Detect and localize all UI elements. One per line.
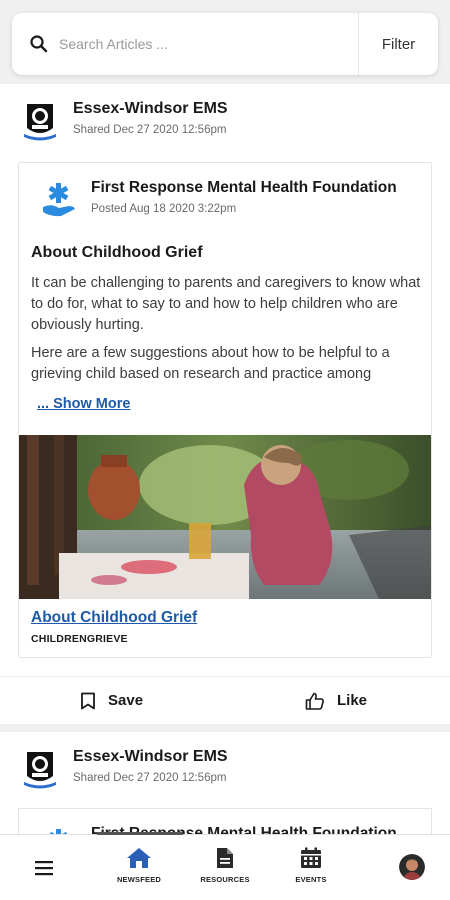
- calendar-icon: [301, 847, 321, 868]
- post-actions: Save Like: [0, 676, 450, 724]
- like-label: Like: [337, 692, 368, 709]
- save-label: Save: [108, 692, 144, 709]
- article-link[interactable]: About Childhood Grief: [31, 609, 197, 627]
- nav-label: RESOURCES: [200, 875, 250, 884]
- post-card: Essex-Windsor EMS Shared Dec 27 2020 12:…: [0, 732, 450, 868]
- shared-date: Shared Dec 27 2020 12:56pm: [73, 772, 227, 784]
- source-name[interactable]: First Response Mental Health Foundation: [91, 179, 397, 197]
- search-bar: Filter: [12, 13, 438, 75]
- link-source: CHILDRENGRIEVE: [31, 633, 128, 645]
- scroll-indicator: [97, 832, 183, 835]
- org-name[interactable]: Essex-Windsor EMS: [73, 748, 228, 766]
- show-more-link[interactable]: ... Show More: [37, 396, 130, 412]
- bookmark-icon: [81, 692, 95, 709]
- post-header: Essex-Windsor EMS Shared Dec 27 2020 12:…: [0, 84, 450, 154]
- post-card: Essex-Windsor EMS Shared Dec 27 2020 12:…: [0, 84, 450, 724]
- search-icon: [30, 35, 48, 53]
- nav-resources[interactable]: RESOURCES: [190, 847, 260, 884]
- nav-newsfeed[interactable]: NEWSFEED: [104, 847, 174, 884]
- shared-date: Shared Dec 27 2020 12:56pm: [73, 124, 227, 136]
- save-button[interactable]: Save: [0, 677, 225, 724]
- article-paragraph: Here are a few suggestions about how to …: [31, 345, 390, 381]
- shared-article-card: First Response Mental Health Foundation …: [18, 162, 432, 658]
- article-paragraph: It can be challenging to parents and car…: [31, 275, 421, 333]
- like-button[interactable]: Like: [225, 677, 450, 724]
- nav-events[interactable]: EVENTS: [276, 847, 346, 884]
- post-header: Essex-Windsor EMS Shared Dec 27 2020 12:…: [0, 732, 450, 802]
- bottom-nav: NEWSFEED RESOURCES EVENTS: [0, 832, 450, 900]
- avatar[interactable]: [399, 854, 425, 880]
- ems-logo-icon: [24, 752, 56, 789]
- thumbs-up-icon: [305, 692, 324, 710]
- article-photo[interactable]: [19, 435, 432, 599]
- filter-button[interactable]: Filter: [358, 13, 438, 75]
- star-of-life-hand-icon: [43, 183, 75, 217]
- posted-date: Posted Aug 18 2020 3:22pm: [91, 203, 237, 215]
- app-screen: Filter Essex-Windsor EMS Shared Dec 27 2…: [0, 0, 450, 900]
- article-title: About Childhood Grief: [31, 244, 203, 261]
- menu-icon[interactable]: [35, 860, 53, 876]
- ems-logo-icon: [24, 104, 56, 141]
- nav-label: NEWSFEED: [116, 875, 162, 884]
- nav-label: EVENTS: [295, 875, 327, 884]
- search-input[interactable]: [59, 13, 358, 75]
- home-icon: [127, 848, 151, 868]
- document-icon: [217, 848, 233, 868]
- org-name[interactable]: Essex-Windsor EMS: [73, 100, 228, 118]
- article-body: It can be challenging to parents and car…: [31, 273, 427, 381]
